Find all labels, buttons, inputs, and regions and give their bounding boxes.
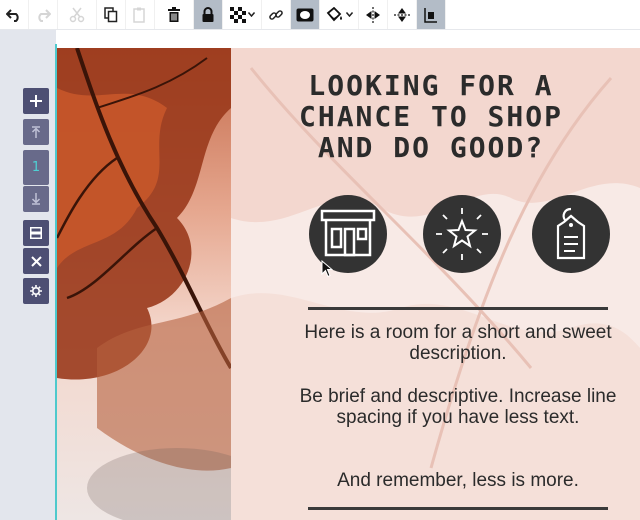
undo-icon [6, 8, 19, 22]
editor-toolbar [0, 0, 640, 30]
section-layout-button[interactable] [23, 220, 49, 246]
paste-icon [133, 7, 145, 23]
move-section-up-button[interactable] [23, 119, 49, 145]
flip-vertical-button[interactable] [388, 0, 417, 29]
headline[interactable]: LOOKING FOR A CHANCE TO SHOP AND DO GOOD… [276, 70, 586, 163]
pattern-icon [229, 6, 246, 23]
description-paragraph-1[interactable]: Here is a room for a short and sweet des… [293, 322, 623, 364]
content-panel[interactable]: LOOKING FOR A CHANCE TO SHOP AND DO GOOD… [231, 48, 640, 520]
gear-icon [30, 285, 42, 297]
redo-button[interactable] [29, 0, 58, 29]
plus-icon [30, 95, 42, 107]
tag-badge[interactable] [532, 195, 610, 273]
section-settings-button[interactable] [23, 278, 49, 304]
mask-icon [296, 8, 314, 21]
redo-icon [38, 8, 51, 22]
align-icon [424, 7, 437, 23]
section-number: 1 [23, 150, 49, 185]
fill-icon [326, 6, 342, 21]
star-icon [436, 208, 488, 260]
star-badge[interactable] [423, 195, 501, 273]
copy-button[interactable] [97, 0, 126, 29]
divider-top [308, 307, 608, 310]
cut-icon [69, 7, 85, 22]
undo-button[interactable] [0, 0, 29, 29]
divider-bottom [308, 507, 608, 510]
tag-icon [556, 207, 586, 260]
arrow-down-icon [31, 193, 41, 205]
flip-horizontal-button[interactable] [359, 0, 388, 29]
design-canvas[interactable]: LOOKING FOR A CHANCE TO SHOP AND DO GOOD… [57, 48, 640, 520]
lock-button[interactable] [194, 0, 223, 29]
trash-icon [168, 6, 180, 22]
delete-button[interactable] [155, 0, 194, 29]
add-section-button[interactable] [23, 88, 49, 114]
flip-horizontal-icon [366, 6, 380, 23]
lock-icon [202, 6, 214, 22]
cut-button[interactable] [58, 0, 97, 29]
copy-icon [104, 6, 118, 22]
leaf-image [57, 48, 231, 520]
fill-dropdown-button[interactable] [320, 0, 359, 29]
close-icon [30, 255, 42, 267]
rows-icon [30, 227, 42, 239]
flip-vertical-icon [394, 7, 410, 22]
paste-button[interactable] [126, 0, 155, 29]
description-paragraph-3[interactable]: And remember, less is more. [293, 470, 623, 491]
move-section-down-button[interactable] [23, 186, 49, 212]
chevron-down-icon [247, 12, 255, 17]
link-icon [269, 9, 283, 20]
link-button[interactable] [262, 0, 291, 29]
pattern-dropdown-button[interactable] [223, 0, 262, 29]
description-paragraph-2[interactable]: Be brief and descriptive. Increase line … [293, 386, 623, 428]
delete-section-button[interactable] [23, 248, 49, 274]
arrow-up-icon [31, 126, 41, 138]
chevron-down-icon [345, 12, 353, 17]
autumn-leaf-photo[interactable] [57, 48, 231, 520]
mouse-pointer-icon [321, 260, 333, 278]
align-button[interactable] [417, 0, 446, 29]
store-icon [320, 209, 376, 257]
mask-button[interactable] [291, 0, 320, 29]
